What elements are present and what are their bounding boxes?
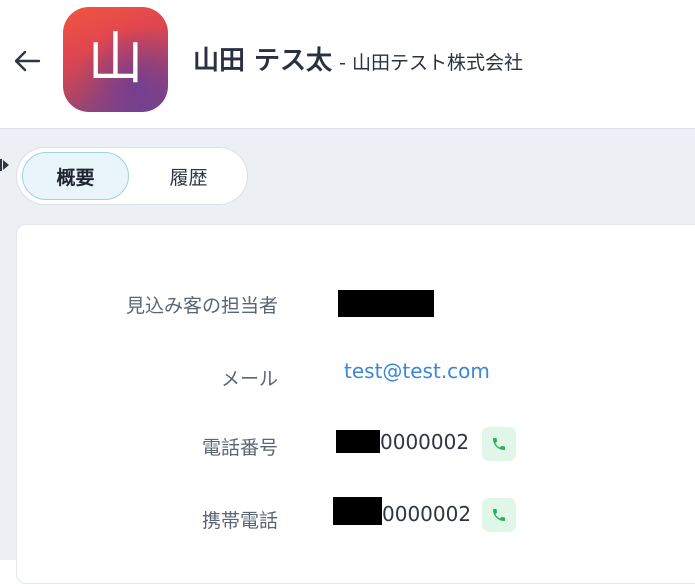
arrow-left-icon [14, 50, 41, 72]
mobile-call-button[interactable] [482, 498, 516, 532]
owner-label: 見込み客の担当者 [125, 295, 278, 317]
avatar-initial: 山 [87, 26, 144, 92]
mobile-label: 携帯電話 [201, 510, 278, 532]
mobile-value[interactable]: 0000002 [382, 502, 471, 526]
company-name[interactable]: - 山田テスト株式会社 [339, 48, 523, 75]
person-name: 山田 テス太 [193, 46, 333, 76]
phone-icon [493, 438, 505, 450]
phone-call-button[interactable] [482, 427, 516, 461]
details-card [16, 224, 695, 584]
record-header: 山 山田 テス太 - 山田テスト株式会社 [0, 0, 695, 129]
email-link[interactable]: test@test.com [344, 359, 490, 383]
avatar: 山 [63, 7, 168, 112]
mobile-value-redacted [333, 497, 382, 525]
panel-toggle-handle[interactable] [0, 157, 10, 171]
phone-icon [493, 509, 505, 521]
back-button[interactable] [10, 44, 44, 78]
owner-value-redacted [338, 290, 434, 317]
phone-value[interactable]: 0000002 [380, 430, 469, 454]
record-title: 山田 テス太 - 山田テスト株式会社 [193, 40, 523, 77]
email-label: メール [220, 368, 278, 390]
panel-expand-icon [0, 159, 9, 171]
tab-overview[interactable]: 概要 [22, 152, 129, 200]
phone-value-redacted [336, 430, 380, 453]
tab-bar: 概要 履歴 [16, 147, 248, 205]
tab-history[interactable]: 履歴 [135, 152, 242, 200]
phone-label: 電話番号 [201, 437, 278, 459]
